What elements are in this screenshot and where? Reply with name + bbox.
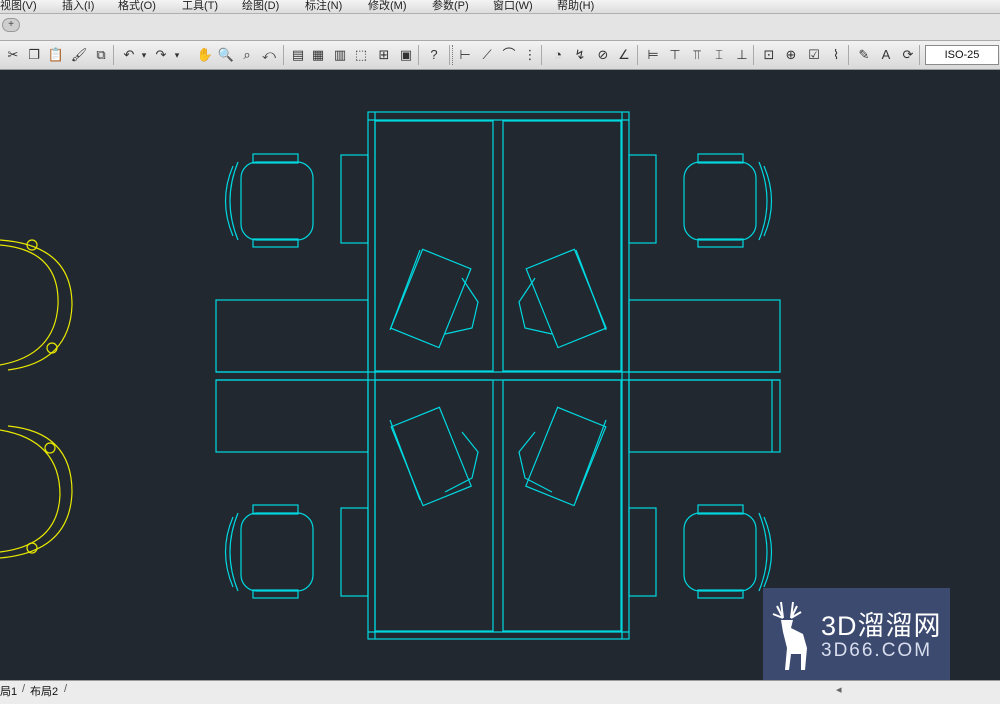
dim-arc-icon[interactable]: ⌒ <box>500 46 518 64</box>
cut-icon[interactable]: ✂ <box>4 46 22 64</box>
layout-tab-2[interactable]: 布局2 <box>30 683 58 699</box>
center-mark-icon[interactable]: ⊕ <box>782 46 800 64</box>
dim-radius-icon[interactable]: ◔ <box>549 46 567 64</box>
chair-top-left <box>224 153 314 248</box>
menu-window[interactable]: 窗口(W) <box>493 0 533 13</box>
redo-dropdown-icon[interactable]: ▾ <box>173 46 181 64</box>
design-center-icon[interactable]: ▦ <box>309 46 327 64</box>
block-editor-icon[interactable]: ⧉ <box>92 46 110 64</box>
dim-angular-icon[interactable]: ∠ <box>615 46 633 64</box>
dim-text-edit-icon[interactable]: A <box>877 46 895 64</box>
toolbar-separator <box>541 45 542 65</box>
dim-break-icon[interactable]: ⊥ <box>733 46 751 64</box>
chair-top-right <box>683 153 773 248</box>
redo-icon[interactable]: ↷ <box>152 46 170 64</box>
properties-icon[interactable]: ▤ <box>289 46 307 64</box>
watermark-badge: 3D溜溜网 3D66.COM <box>763 588 950 684</box>
menu-insert[interactable]: 插入(I) <box>62 0 94 13</box>
toolbar-separator <box>848 45 849 65</box>
dim-baseline-icon[interactable]: ⊤ <box>666 46 684 64</box>
chair-bottom-right <box>683 504 773 599</box>
layout-tab-bar: 局1 / 布局2 / ◂ <box>0 680 1000 704</box>
match-properties-icon[interactable]: 🖌 <box>70 46 88 64</box>
yellow-armchair-top <box>0 239 73 371</box>
menu-draw[interactable]: 绘图(D) <box>242 0 279 13</box>
undo-icon[interactable]: ↶ <box>120 46 138 64</box>
menu-bar: 视图(V) 插入(I) 格式(O) 工具(T) 绘图(D) 标注(N) 修改(M… <box>0 0 1000 14</box>
menu-tools[interactable]: 工具(T) <box>182 0 218 13</box>
paste-icon[interactable]: 📋 <box>47 46 65 64</box>
toolbar-separator <box>418 45 419 65</box>
toolbar-separator <box>449 45 450 65</box>
file-tab-strip: + <box>0 14 1000 41</box>
menu-parametric[interactable]: 参数(P) <box>432 0 469 13</box>
standard-toolbar: ✂ ❐ 📋 🖌 ⧉ ↶ ▾ ↷ ▾ ✋ 🔍 ⌕ ⤺ ▤ ▦ ▥ ⬚ ⊞ ▣? ⊢ ⟋ ⌒ ⋮ ◔ ↯ ⊘ ∠ ⊨ ⊤ ⫪ ⌶ ⊥ ⊡ ⊕ ☑ ⌇ ✎ A ⟳ <box>0 41 1000 70</box>
dim-space-icon[interactable]: ⌶ <box>710 46 728 64</box>
watermark-title: 3D溜溜网 <box>821 611 942 641</box>
dim-linear-icon[interactable]: ⊢ <box>456 46 474 64</box>
toolbar-separator <box>283 45 284 65</box>
tool-palettes-icon[interactable]: ▥ <box>331 46 349 64</box>
menu-format[interactable]: 格式(O) <box>118 0 156 13</box>
dim-continue-icon[interactable]: ⫪ <box>688 46 706 64</box>
toolbar-separator <box>753 45 754 65</box>
deer-logo-icon <box>772 601 807 670</box>
monitor-top-left <box>389 248 479 349</box>
central-desk-frame <box>367 111 630 640</box>
tab-separator-end: / <box>64 683 68 695</box>
dim-aligned-icon[interactable]: ⟋ <box>478 46 496 64</box>
monitor-top-right <box>518 248 607 349</box>
monitor-bottom-right <box>518 406 607 507</box>
desk-quadrants <box>374 120 622 632</box>
dim-jogged-icon[interactable]: ↯ <box>571 46 589 64</box>
calculator-icon[interactable]: ▣ <box>397 46 415 64</box>
dim-update-icon[interactable]: ⟳ <box>899 46 917 64</box>
sheet-set-icon[interactable]: ⬚ <box>352 46 370 64</box>
zoom-realtime-icon[interactable]: 🔍 <box>217 46 235 64</box>
tab-separator: / <box>22 683 26 695</box>
inspect-icon[interactable]: ☑ <box>805 46 823 64</box>
toolbar-separator <box>637 45 638 65</box>
dim-style-select[interactable]: ISO-25 <box>925 45 999 65</box>
dim-edit-icon[interactable]: ✎ <box>855 46 873 64</box>
menu-dimension[interactable]: 标注(N) <box>305 0 342 13</box>
copy-icon[interactable]: ❐ <box>25 46 43 64</box>
pan-icon[interactable]: ✋ <box>196 46 214 64</box>
jogged-linear-icon[interactable]: ⌇ <box>827 46 845 64</box>
chair-bottom-left <box>224 504 314 599</box>
dim-ordinate-icon[interactable]: ⋮ <box>521 46 539 64</box>
menu-modify[interactable]: 修改(M) <box>368 0 407 13</box>
quick-dim-icon[interactable]: ⊨ <box>644 46 662 64</box>
menu-view[interactable]: 视图(V) <box>0 0 37 13</box>
help-icon[interactable]: ? <box>425 46 443 64</box>
toolbar-separator <box>919 45 920 65</box>
plus-icon[interactable]: + <box>2 18 20 32</box>
toolbar-separator <box>113 45 114 65</box>
markup-icon[interactable]: ⊞ <box>375 46 393 64</box>
zoom-previous-icon[interactable]: ⤺ <box>260 46 278 64</box>
side-cabinets <box>340 154 657 597</box>
zoom-window-icon[interactable]: ⌕ <box>238 46 256 64</box>
layout-tab-1[interactable]: 局1 <box>0 683 17 699</box>
side-desk-returns <box>215 299 781 453</box>
dim-diameter-icon[interactable]: ⊘ <box>594 46 612 64</box>
menu-help[interactable]: 帮助(H) <box>557 0 594 13</box>
scroll-arrow-icon[interactable]: ◂ <box>836 683 842 696</box>
yellow-armchair-bottom <box>0 425 73 559</box>
tolerance-icon[interactable]: ⊡ <box>760 46 778 64</box>
watermark-url: 3D66.COM <box>821 640 933 661</box>
undo-dropdown-icon[interactable]: ▾ <box>140 46 148 64</box>
monitor-bottom-left <box>389 406 479 507</box>
